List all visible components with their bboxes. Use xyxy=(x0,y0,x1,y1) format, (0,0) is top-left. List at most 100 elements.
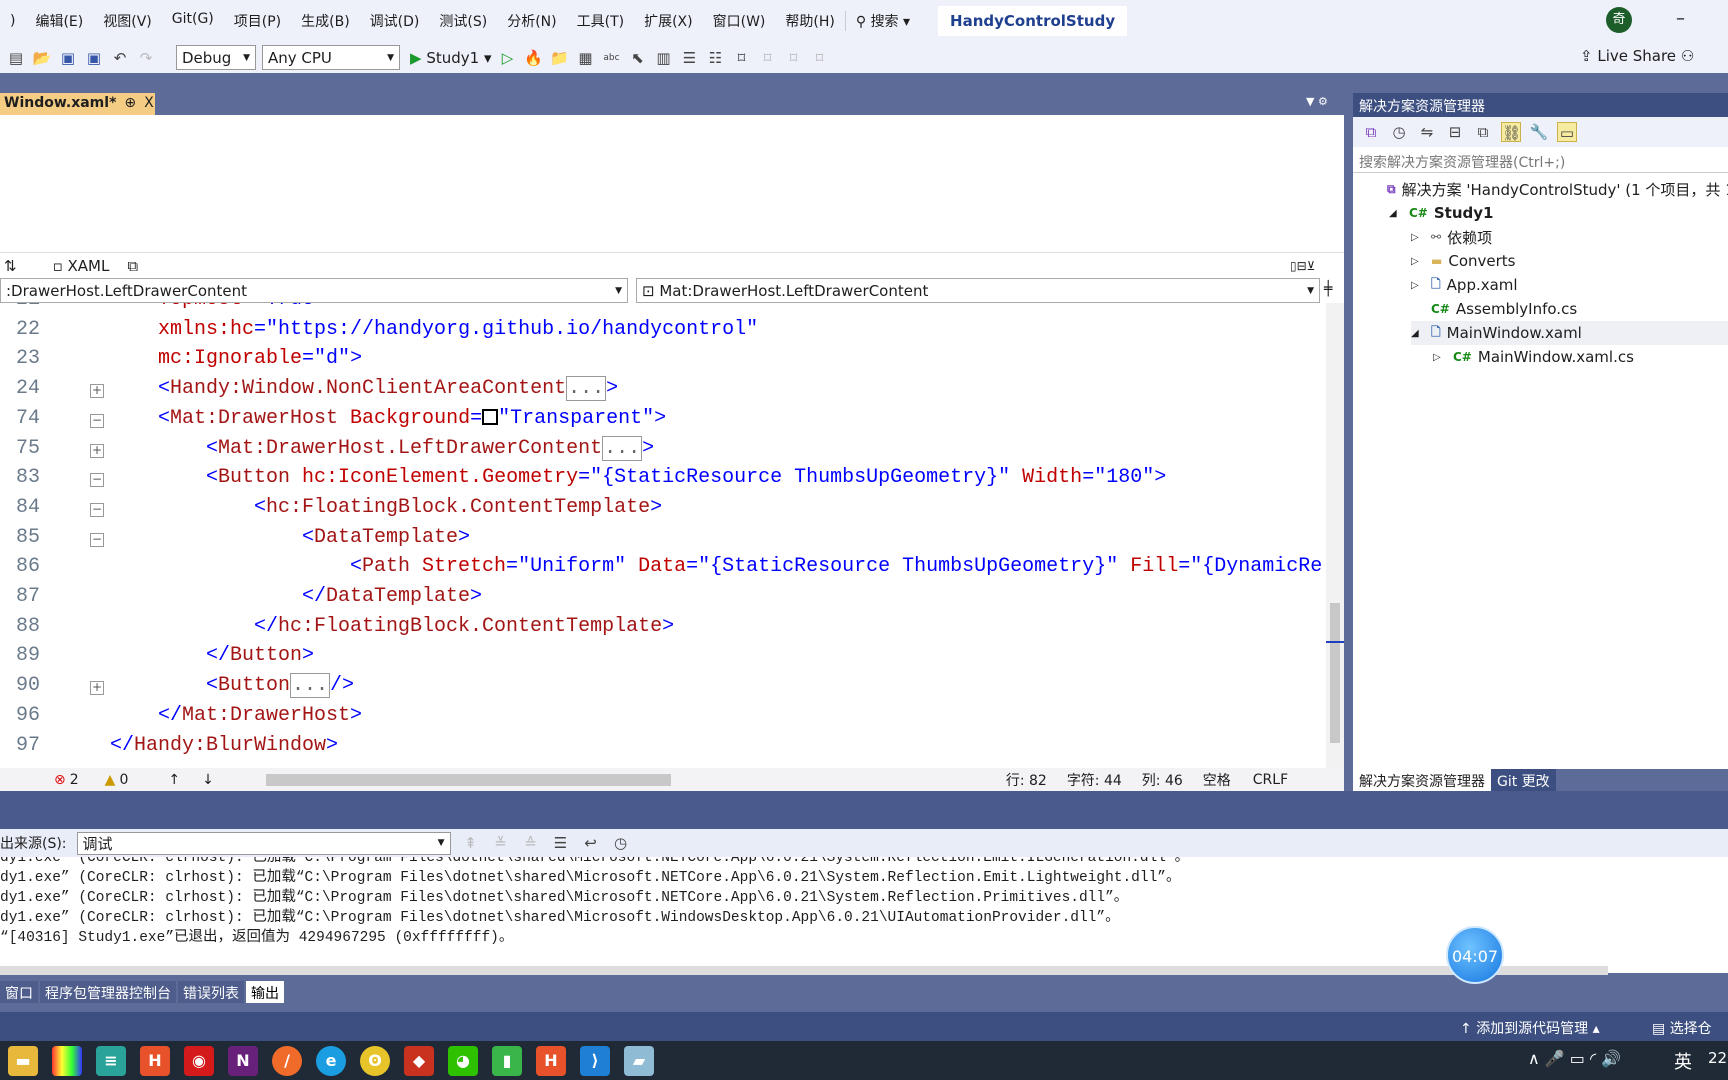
tab-window[interactable]: 窗口 xyxy=(0,981,38,1003)
select-repo[interactable]: ▤ 选择仓 xyxy=(1652,1018,1712,1038)
tab-package-manager-console[interactable]: 程序包管理器控制台 xyxy=(40,981,176,1003)
tree-item[interactable]: ▷ 🗋 App.xaml xyxy=(1411,273,1518,297)
split-layout-icons[interactable]: ▯⊟⊻ xyxy=(1290,259,1315,273)
output-source-select[interactable]: 调试 ▼ xyxy=(76,831,451,855)
clock[interactable]: 22 xyxy=(1708,1049,1727,1067)
h-app-2-icon[interactable]: H xyxy=(536,1045,566,1076)
avatar[interactable]: 奇 xyxy=(1606,7,1632,33)
menu-item[interactable]: 生成(B) xyxy=(291,11,360,31)
menu-item[interactable]: 工具(T) xyxy=(567,11,634,31)
ime-indicator[interactable]: 英 xyxy=(1674,1048,1692,1074)
tab-git-changes[interactable]: Git 更改 xyxy=(1491,769,1556,791)
word-wrap-icon[interactable]: ↩ xyxy=(581,833,601,853)
find-icon[interactable]: 📁 xyxy=(549,48,569,68)
edge-icon[interactable]: e xyxy=(316,1045,346,1076)
type-dropdown[interactable]: :DrawerHost.LeftDrawerContent ▼ xyxy=(0,278,628,303)
stack-app-icon[interactable]: ≡ xyxy=(96,1045,126,1076)
solution-search-input[interactable]: 搜索解决方案资源管理器(Ctrl+;) xyxy=(1353,148,1728,173)
minimize-button[interactable]: – xyxy=(1676,8,1685,29)
notes-app-icon[interactable]: ▰ xyxy=(624,1045,654,1076)
pen-app-icon[interactable]: / xyxy=(272,1045,302,1076)
menu-item[interactable]: 视图(V) xyxy=(93,11,162,31)
red-app-icon[interactable]: ◉ xyxy=(184,1045,214,1076)
expander-icon[interactable]: ▷ xyxy=(1411,232,1425,243)
color-app-icon[interactable] xyxy=(52,1045,82,1076)
error-count[interactable]: 2 xyxy=(70,772,79,788)
menu-partial[interactable]: ) xyxy=(0,13,25,29)
menu-item[interactable]: 扩展(X) xyxy=(634,11,703,31)
green-app-icon[interactable]: ▮ xyxy=(492,1045,522,1076)
collapse-all-icon[interactable]: ⊟ xyxy=(1445,122,1465,142)
start-button[interactable]: ▶ Study1 ▾ xyxy=(410,49,491,67)
split-editor-icon[interactable]: ╪ xyxy=(1324,281,1332,297)
bookmark-prev-icon[interactable]: ⌑ xyxy=(757,48,777,68)
find-message-icon[interactable]: ⇞ xyxy=(461,833,481,853)
bookmark-icon[interactable]: ⌑ xyxy=(731,48,751,68)
preview-icon[interactable]: ▭ xyxy=(1557,122,1577,142)
warning-icon[interactable]: ▲ xyxy=(105,772,116,788)
indent-indicator[interactable]: 空格 xyxy=(1203,770,1231,790)
tab-error-list[interactable]: 错误列表 xyxy=(178,981,244,1003)
collapsed-region[interactable]: ... xyxy=(602,435,643,461)
spellcheck-icon[interactable]: abc xyxy=(601,48,621,68)
comment-icon[interactable]: ☰ xyxy=(679,48,699,68)
collapsed-region[interactable]: ... xyxy=(290,673,331,699)
next-issue-icon[interactable]: ↓ xyxy=(202,772,214,788)
expander-icon[interactable]: ◢ xyxy=(1389,208,1403,219)
feedback-icon[interactable]: ⚇ xyxy=(1681,47,1694,65)
sync-icon[interactable]: ⇋ xyxy=(1417,122,1437,142)
tree-item[interactable]: ▷ ⚯ 依赖项 xyxy=(1411,225,1492,249)
collapse-icon[interactable]: − xyxy=(90,502,104,517)
menu-item[interactable]: 调试(D) xyxy=(360,11,430,31)
layout-icon[interactable]: ▦ xyxy=(575,48,595,68)
tree-item[interactable]: ⧉ 解决方案 'HandyControlStudy' (1 个项目，共 1 xyxy=(1367,177,1728,201)
tab-mainwindow-xaml[interactable]: Window.xaml* ⊕ X xyxy=(0,93,155,115)
collapse-icon[interactable]: − xyxy=(90,473,104,488)
visual-studio-icon[interactable]: N xyxy=(228,1045,258,1076)
tab-output[interactable]: 输出 xyxy=(246,981,284,1003)
tab-solution-explorer[interactable]: 解决方案资源管理器 xyxy=(1353,769,1491,791)
tree-item[interactable]: ▷ C# MainWindow.xaml.cs xyxy=(1433,345,1634,369)
vscode-icon[interactable]: ⟩ xyxy=(580,1045,610,1076)
hot-reload-icon[interactable]: 🔥 xyxy=(523,48,543,68)
output-horizontal-scrollbar[interactable] xyxy=(0,966,1608,975)
char-indicator[interactable]: 字符: 44 xyxy=(1067,770,1122,790)
menu-item[interactable]: 分析(N) xyxy=(497,11,566,31)
tree-item[interactable]: ▷ ▬ Converts xyxy=(1411,249,1515,273)
properties-icon[interactable]: 🔧 xyxy=(1529,122,1549,142)
expander-icon[interactable]: ◢ xyxy=(1411,328,1425,339)
menu-item[interactable]: 项目(P) xyxy=(224,11,291,31)
color-swatch[interactable] xyxy=(482,408,499,425)
line-indicator[interactable]: 行: 82 xyxy=(1006,770,1047,790)
eol-indicator[interactable]: CRLF xyxy=(1253,772,1288,788)
filter-icon[interactable]: ⛓ xyxy=(1501,122,1521,142)
clear-all-icon[interactable]: ☰ xyxy=(551,833,571,853)
configuration-select[interactable]: Debug ▼ xyxy=(176,45,256,70)
uncomment-icon[interactable]: ☷ xyxy=(705,48,725,68)
collapse-icon[interactable]: − xyxy=(90,413,104,428)
pending-changes-icon[interactable]: ◷ xyxy=(1389,122,1409,142)
bookmark-next-icon[interactable]: ⌑ xyxy=(783,48,803,68)
pointer-icon[interactable]: ⬉ xyxy=(627,48,647,68)
menu-item[interactable]: Git(G) xyxy=(162,11,224,31)
expander-icon[interactable]: ▷ xyxy=(1433,352,1447,363)
col-indicator[interactable]: 列: 46 xyxy=(1142,770,1183,790)
tab-overflow-icon[interactable]: ▼ ⚙ xyxy=(1306,95,1328,108)
member-dropdown[interactable]: ⊡ Mat:DrawerHost.LeftDrawerContent ▼ xyxy=(636,278,1320,303)
tree-item[interactable]: ◢ C# Study1 xyxy=(1389,201,1493,225)
expand-icon[interactable]: + xyxy=(90,443,104,458)
xaml-tab[interactable]: ▫ XAML xyxy=(53,257,110,275)
new-project-icon[interactable]: ▤ xyxy=(6,48,26,68)
prev-message-icon[interactable]: ≚ xyxy=(491,833,511,853)
save-icon[interactable]: ▣ xyxy=(58,48,78,68)
wechat-icon[interactable]: ◕ xyxy=(448,1045,478,1076)
collapsed-region[interactable]: ... xyxy=(566,376,607,402)
error-icon[interactable]: ⊗ xyxy=(54,772,66,788)
switch-views-icon[interactable]: ⧉ xyxy=(1361,122,1381,142)
h-app-icon[interactable]: H xyxy=(140,1045,170,1076)
open-icon[interactable]: 📂 xyxy=(32,48,52,68)
menu-item[interactable]: 帮助(H) xyxy=(775,11,844,31)
design-pane[interactable] xyxy=(0,115,1344,253)
tree-item[interactable]: C# AssemblyInfo.cs xyxy=(1411,297,1577,321)
git-app-icon[interactable]: ◆ xyxy=(404,1045,434,1076)
